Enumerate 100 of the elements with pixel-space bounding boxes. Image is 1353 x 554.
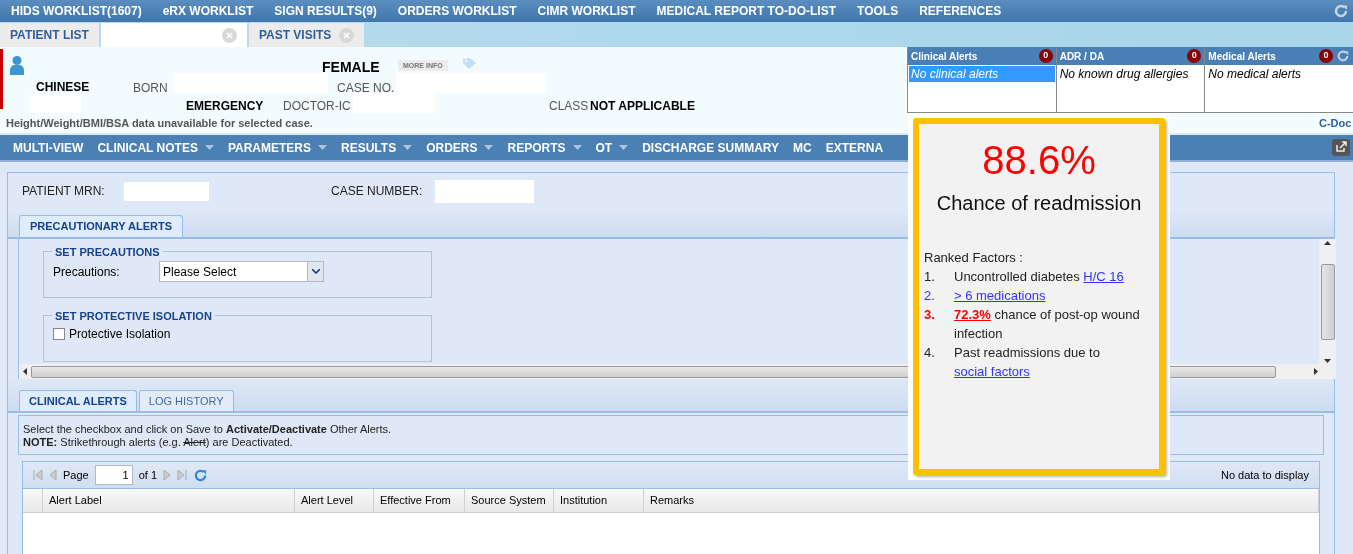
factor-link[interactable]: H/C 16 [1083, 269, 1124, 284]
cdoc-link[interactable]: C-Doc [1319, 114, 1353, 132]
field-label: CASE NUMBER: [331, 183, 424, 200]
scroll-left-icon[interactable] [23, 368, 27, 375]
refresh-icon[interactable] [193, 467, 209, 483]
checkbox-label: Protective Isolation [69, 326, 171, 343]
patient-tab[interactable] [100, 23, 247, 47]
field-label: Precautions: [53, 263, 121, 281]
patient-tab[interactable]: PATIENT LIST [0, 23, 99, 47]
admission-text: EMERGENCY [186, 98, 264, 115]
factors-title: Ranked Factors : [924, 249, 1024, 267]
caret-icon [619, 145, 629, 150]
case-number-field[interactable] [435, 179, 534, 203]
nav-item[interactable]: MULTI-VIEW [13, 138, 84, 157]
class-text: NOT APPLICABLE [590, 98, 695, 115]
field-label: BORN [133, 80, 168, 97]
menu-item[interactable]: SIGN RESULTS(9) [274, 2, 377, 20]
person-icon [10, 56, 24, 75]
caret-icon [204, 145, 214, 150]
pager-status: No data to display [1220, 467, 1309, 483]
patient-tab[interactable]: PAST VISITS [248, 23, 365, 47]
column-header[interactable]: Alert Label [43, 489, 295, 512]
factor-number: 2. [924, 287, 936, 305]
pager-label: of 1 [138, 467, 158, 483]
scroll-right-icon[interactable] [1314, 368, 1318, 375]
alert-panel-title: Medical Alerts [1208, 49, 1276, 64]
factor-number: 4. [924, 344, 936, 362]
caret-icon [403, 145, 413, 150]
alert-panel-title: ADR / DA [1059, 49, 1105, 64]
alert-entry[interactable]: No clinical alerts [909, 66, 1055, 82]
instruction-text: Select the checkbox and click on Save to Activate/Deactivate Other Alerts. [23, 423, 393, 436]
nav-item[interactable]: EXTERNA [825, 138, 884, 157]
section-tab[interactable]: PRECAUTIONARY ALERTS [19, 215, 183, 237]
instruction-text: NOTE: Strikethrough alerts (e.g. Alert) are Deactivated. [23, 436, 294, 449]
gender-text: FEMALE [322, 58, 380, 77]
factor-number: 3. [924, 306, 936, 324]
column-header[interactable]: Alert Level [295, 489, 374, 512]
readmission-score: 88.6% [981, 137, 1097, 184]
pager-label: Page [63, 467, 89, 483]
last-page-icon[interactable] [177, 470, 188, 480]
alert-entry[interactable]: No known drug allergies [1057, 66, 1204, 82]
tag-icon[interactable] [463, 58, 477, 69]
refresh-icon[interactable] [1336, 49, 1350, 63]
section-tab[interactable]: CLINICAL ALERTS [19, 390, 137, 411]
alert-panel-title: Clinical Alerts [911, 49, 978, 64]
menu-item[interactable]: REFERENCES [919, 2, 1002, 20]
nav-item[interactable]: OT [595, 138, 629, 157]
nav-item[interactable]: REPORTS [507, 138, 582, 157]
column-header[interactable]: Remarks [644, 489, 1319, 512]
close-icon[interactable] [221, 27, 237, 43]
menu-item[interactable]: eRX WORKLIST [162, 2, 254, 20]
factor-text: Uncontrolled diabetes H/C 16 [954, 268, 1124, 286]
race-text: CHINESE [36, 79, 90, 96]
vitals-note: Height/Weight/BMI/BSA data unavailable for selected case. [6, 115, 313, 131]
menu-item[interactable]: TOOLS [857, 2, 899, 20]
count-badge: 0 [1319, 49, 1333, 63]
refresh-icon[interactable] [1333, 3, 1349, 19]
nav-item[interactable]: PARAMETERS [227, 138, 327, 157]
popout-icon[interactable] [1332, 139, 1350, 156]
nav-item[interactable]: DISCHARGE SUMMARY [642, 138, 780, 157]
field-label: CLASS [549, 98, 589, 115]
menu-item[interactable]: ORDERS WORKLIST [397, 2, 517, 20]
previous-page-icon[interactable] [49, 470, 57, 480]
caret-icon [484, 145, 494, 150]
menu-item[interactable]: HIDS WORKLIST(1607) [11, 2, 142, 20]
scroll-up-icon[interactable] [1324, 241, 1331, 245]
factor-text: 72.3% chance of post-op wound infection [954, 306, 1141, 343]
chevron-icon [311, 269, 320, 274]
field-label: CASE NO. [337, 80, 395, 97]
column-header[interactable]: Source System [465, 489, 554, 512]
nav-item[interactable]: MC [793, 138, 812, 157]
column-header[interactable]: Institution [554, 489, 644, 512]
factor-link[interactable]: social factors [954, 364, 1030, 379]
nav-item[interactable]: ORDERS [426, 138, 494, 157]
factor-link[interactable]: 72.3% [954, 307, 991, 322]
count-badge: 0 [1187, 49, 1202, 63]
first-page-icon[interactable] [33, 470, 43, 480]
menu-item[interactable]: CIMR WORKLIST [537, 2, 636, 20]
field-label: DOCTOR-IC [283, 98, 351, 115]
vertical-scrollbar[interactable] [1319, 239, 1336, 365]
nav-item[interactable]: RESULTS [341, 138, 413, 157]
count-badge: 0 [1038, 49, 1053, 63]
next-page-icon[interactable] [163, 470, 172, 480]
checkbox[interactable] [53, 328, 65, 340]
mrn-field[interactable] [124, 181, 209, 201]
section-tab[interactable]: LOG HISTORY [138, 390, 234, 411]
close-icon[interactable] [339, 27, 355, 43]
factor-text: Past readmissions due to social factors [954, 344, 1101, 381]
caret-icon [572, 145, 582, 150]
alert-entry[interactable]: No medical alerts [1206, 66, 1352, 82]
nav-item[interactable]: CLINICAL NOTES [97, 138, 214, 157]
menu-item[interactable]: MEDICAL REPORT TO-DO-LIST [656, 2, 837, 20]
caret-icon [318, 145, 327, 150]
page-field[interactable]: 1 [94, 465, 133, 485]
column-header[interactable]: Effective From [374, 489, 465, 512]
factor-number: 1. [924, 268, 936, 286]
precautions-dropdown[interactable]: Please Select [159, 261, 324, 282]
readmission-caption: Chance of readmission [935, 191, 1143, 216]
field-label: PATIENT MRN: [22, 183, 106, 200]
factor-link[interactable]: > 6 medications [954, 288, 1046, 303]
